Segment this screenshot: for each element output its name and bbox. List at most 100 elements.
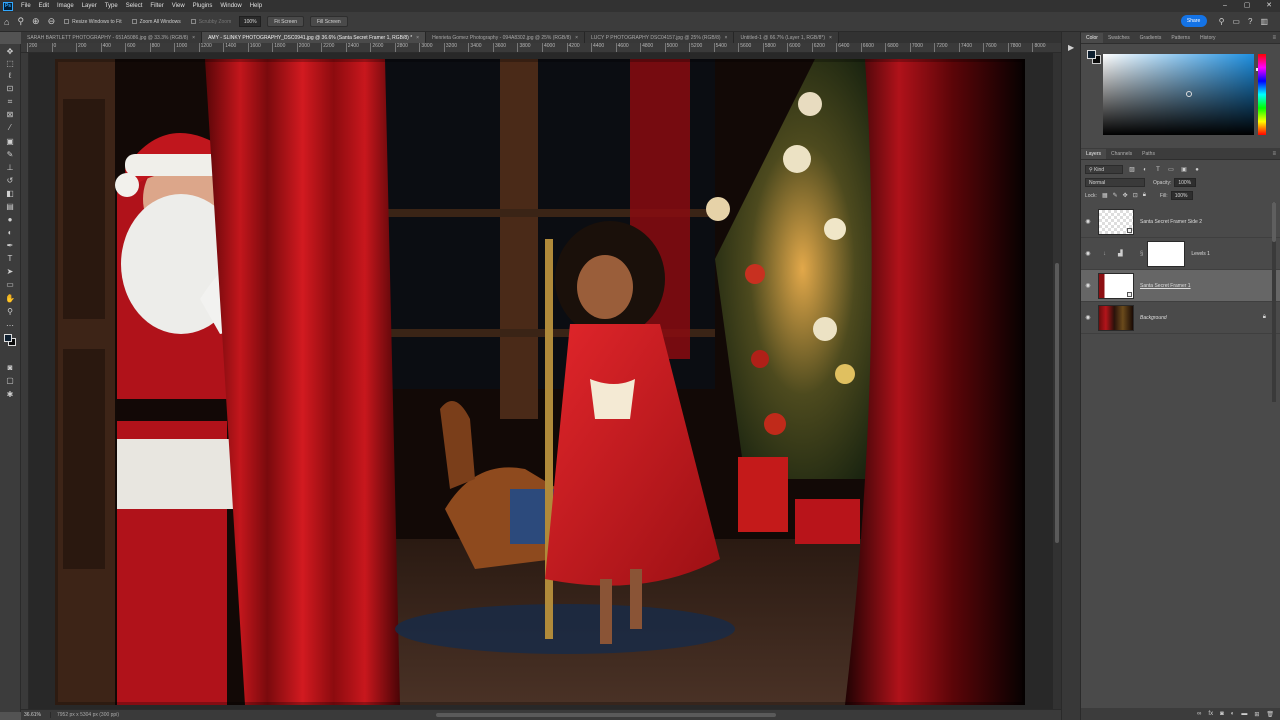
move-tool-icon[interactable]: ✥ — [3, 46, 17, 57]
menu-edit[interactable]: Edit — [35, 3, 53, 9]
menu-select[interactable]: Select — [122, 3, 147, 9]
menu-layer[interactable]: Layer — [78, 3, 101, 9]
zoom-in-icon[interactable]: ⊕ — [32, 16, 40, 27]
frame-tool-icon[interactable]: ⊠ — [3, 109, 17, 120]
object-select-tool-icon[interactable]: ⊡ — [3, 83, 17, 94]
menu-help[interactable]: Help — [246, 3, 266, 9]
fit-screen-button[interactable]: Fit Screen — [267, 16, 305, 27]
eraser-tool-icon[interactable]: ◧ — [3, 188, 17, 199]
fg-bg-color-selector[interactable] — [1087, 50, 1101, 64]
doc-tab[interactable]: Henrieta Gomez Photography - 094A8302.jp… — [426, 32, 586, 43]
fill-field[interactable]: 100% — [1170, 191, 1193, 200]
layers-scrollbar[interactable] — [1272, 202, 1276, 402]
smart-object-filter-icon[interactable]: ▣ — [1180, 166, 1188, 174]
layer-name[interactable]: Background — [1140, 315, 1167, 321]
color-field[interactable] — [1103, 54, 1254, 135]
marquee-tool-icon[interactable]: ⬚ — [3, 58, 17, 69]
document-image[interactable] — [55, 59, 1025, 705]
minimize-button[interactable]: – — [1214, 0, 1236, 12]
clone-stamp-tool-icon[interactable]: ⊥ — [3, 162, 17, 173]
hue-slider[interactable] — [1258, 54, 1266, 135]
workspace-icon[interactable]: ▭ — [1232, 17, 1240, 26]
layer-name[interactable]: Santa Secret Framer 1 — [1140, 283, 1191, 289]
gradient-tool-icon[interactable]: ▤ — [3, 201, 17, 212]
visibility-eye-icon[interactable]: ◉ — [1081, 314, 1095, 321]
menu-file[interactable]: File — [17, 3, 35, 9]
group-icon[interactable]: ▬ — [1241, 711, 1247, 717]
new-layer-icon[interactable]: ⊞ — [1254, 711, 1259, 718]
layer-row[interactable]: ◉ ↓ ▟ § Levels 1 — [1081, 238, 1280, 270]
lock-artboard-icon[interactable]: ⊡ — [1133, 192, 1138, 199]
doc-tab-active[interactable]: AMY - SLINKY PHOTOGRAPHY_DSC0941.jpg @ 3… — [202, 32, 427, 43]
tab-channels[interactable]: Channels — [1106, 149, 1137, 159]
pixel-filter-icon[interactable]: ▨ — [1128, 166, 1136, 174]
filter-kind-select[interactable]: ⚲ Kind — [1085, 165, 1123, 174]
tab-gradients[interactable]: Gradients — [1135, 33, 1167, 43]
menu-window[interactable]: Window — [216, 3, 245, 9]
maximize-button[interactable]: ▢ — [1236, 0, 1258, 12]
help-icon[interactable]: ? — [1248, 17, 1252, 26]
type-filter-icon[interactable]: T — [1154, 166, 1162, 174]
zoom-tool-icon[interactable]: ⚲ — [17, 16, 24, 27]
close-icon[interactable]: × — [575, 35, 578, 41]
path-select-tool-icon[interactable]: ➤ — [3, 266, 17, 277]
adjustment-layer-icon[interactable]: ◐ — [1231, 711, 1235, 717]
lasso-tool-icon[interactable]: ℓ — [3, 70, 17, 81]
foreground-color-swatch[interactable] — [4, 334, 12, 342]
menu-filter[interactable]: Filter — [146, 3, 167, 9]
lock-all-icon[interactable]: 🔒︎ — [1143, 192, 1146, 199]
layer-row[interactable]: ◉ Santa Secret Framer Side 2 — [1081, 206, 1280, 238]
zoom-percent-field[interactable]: 100% — [239, 16, 262, 27]
close-window-button[interactable]: ✕ — [1258, 0, 1280, 12]
hue-slider-handle[interactable] — [1256, 68, 1258, 71]
filter-toggle-icon[interactable]: ● — [1193, 166, 1201, 174]
brush-tool-icon[interactable]: ✎ — [3, 149, 17, 160]
canvas-vertical-scrollbar[interactable] — [1053, 53, 1061, 709]
resize-windows-checkbox[interactable]: Resize Windows to Fit — [64, 19, 122, 25]
crop-tool-icon[interactable]: ⌗ — [3, 96, 17, 107]
panel-menu-icon[interactable]: ≡ — [1272, 35, 1276, 41]
panels-icon[interactable]: ▥ — [1260, 17, 1268, 26]
shape-tool-icon[interactable]: ▭ — [3, 279, 17, 290]
edit-toolbar-icon[interactable]: ✱ — [3, 389, 17, 400]
pen-tool-icon[interactable]: ✒ — [3, 240, 17, 251]
search-icon[interactable]: ⚲ — [1219, 17, 1225, 26]
type-tool-icon[interactable]: T — [3, 253, 17, 264]
link-chain-icon[interactable]: § — [1140, 251, 1143, 257]
shape-filter-icon[interactable]: ▭ — [1167, 166, 1175, 174]
panel-menu-icon[interactable]: ≡ — [1272, 151, 1276, 157]
scrollbar-thumb[interactable] — [1272, 202, 1276, 242]
menu-type[interactable]: Type — [101, 3, 122, 9]
menu-view[interactable]: View — [168, 3, 189, 9]
fill-screen-button[interactable]: Fill Screen — [310, 16, 348, 27]
play-icon[interactable]: ▶ — [1068, 43, 1074, 52]
hand-tool-icon[interactable]: ✋ — [3, 293, 17, 304]
doc-tab[interactable]: LUCY P PHOTOGRAPHY DSC04157.jpg @ 25% (R… — [585, 32, 735, 43]
layer-row[interactable]: ◉ Background 🔒︎ — [1081, 302, 1280, 334]
lock-icon[interactable]: 🔒︎ — [1263, 314, 1266, 321]
doc-tab[interactable]: SARAH BARTLETT PHOTOGRAPHY - 651A5086.jp… — [21, 32, 203, 43]
lock-transparent-icon[interactable]: ▦ — [1102, 192, 1108, 199]
scrubby-zoom-checkbox[interactable]: Scrubby Zoom — [190, 19, 231, 25]
blur-tool-icon[interactable]: ● — [3, 214, 17, 225]
zoom-tool-icon[interactable]: ⚲ — [3, 306, 17, 317]
dodge-tool-icon[interactable]: ◐ — [3, 227, 17, 238]
zoom-level[interactable]: 36.61% — [21, 712, 51, 718]
canvas-area[interactable] — [29, 53, 1053, 709]
quick-mask-icon[interactable]: ◙ — [3, 362, 17, 373]
opacity-field[interactable]: 100% — [1174, 178, 1197, 187]
zoom-out-icon[interactable]: ⊖ — [48, 16, 56, 27]
visibility-eye-icon[interactable]: ◉ — [1081, 218, 1095, 225]
add-mask-icon[interactable]: ◙ — [1220, 711, 1224, 717]
blend-mode-select[interactable]: Normal — [1085, 178, 1145, 187]
tab-patterns[interactable]: Patterns — [1166, 33, 1195, 43]
layer-name[interactable]: Santa Secret Framer Side 2 — [1140, 219, 1202, 225]
close-icon[interactable]: × — [829, 35, 832, 41]
color-picker-circle[interactable] — [1186, 91, 1192, 97]
tab-layers[interactable]: Layers — [1081, 149, 1107, 159]
healing-tool-icon[interactable]: ▣ — [3, 136, 17, 147]
home-icon[interactable]: ⌂ — [4, 17, 9, 27]
visibility-eye-icon[interactable]: ◉ — [1081, 282, 1095, 289]
zoom-all-checkbox[interactable]: Zoom All Windows — [131, 19, 181, 25]
more-tools-icon[interactable]: ⋯ — [3, 320, 17, 331]
